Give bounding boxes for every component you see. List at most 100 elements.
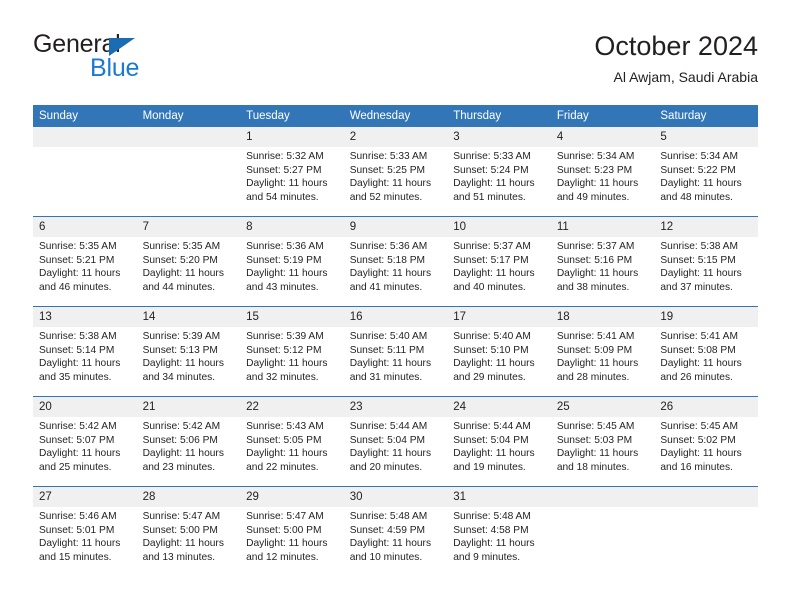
calendar-day-cell[interactable]: 9 Sunrise: 5:36 AM Sunset: 5:18 PM Daylight… (343, 216, 448, 307)
day-number: 5 (654, 127, 758, 147)
calendar-cell-empty (654, 486, 758, 576)
day-cell-inner (654, 487, 758, 576)
daylight-text-line1: Daylight: 11 hours (453, 538, 535, 550)
day-details: Sunrise: 5:41 AM Sunset: 5:09 PM Daylight:… (551, 327, 655, 384)
daylight-text-line2: and 9 minutes. (453, 551, 521, 563)
daylight-text-line1: Daylight: 11 hours (660, 268, 742, 280)
calendar-day-cell[interactable]: 12 Sunrise: 5:38 AM Sunset: 5:15 PM Dayligh… (654, 216, 758, 307)
calendar-day-cell[interactable]: 20 Sunrise: 5:42 AM Sunset: 5:07 PM Dayligh… (33, 396, 137, 487)
calendar-week-row: 13 Sunrise: 5:38 AM Sunset: 5:14 PM Dayligh… (33, 306, 758, 397)
day-number: 21 (136, 397, 241, 417)
calendar-day-cell[interactable]: 11 Sunrise: 5:37 AM Sunset: 5:16 PM Dayligh… (550, 216, 655, 307)
daylight-text-line1: Daylight: 11 hours (556, 358, 639, 370)
day-cell-inner (136, 127, 241, 216)
sunset-text: Sunset: 4:58 PM (453, 524, 529, 536)
sunrise-text: Sunrise: 5:47 AM (142, 511, 221, 522)
calendar-day-cell[interactable]: 16 Sunrise: 5:40 AM Sunset: 5:11 PM Dayligh… (343, 306, 448, 397)
calendar-cell-empty (550, 486, 655, 576)
sunset-text: Sunset: 5:16 PM (556, 254, 633, 266)
calendar-day-cell[interactable]: 28 Sunrise: 5:47 AM Sunset: 5:00 PM Dayligh… (136, 486, 241, 576)
sunset-text: Sunset: 5:08 PM (660, 344, 736, 356)
sunrise-text: Sunrise: 5:42 AM (39, 421, 117, 432)
calendar-day-cell[interactable]: 10 Sunrise: 5:37 AM Sunset: 5:17 PM Dayligh… (447, 216, 551, 307)
calendar-day-cell[interactable]: 3 Sunrise: 5:33 AM Sunset: 5:24 PM Daylight… (447, 127, 551, 217)
calendar-day-cell[interactable]: 19 Sunrise: 5:41 AM Sunset: 5:08 PM Dayligh… (654, 306, 758, 397)
daylight-text-line2: and 46 minutes. (39, 281, 112, 293)
calendar-head: Sunday Monday Tuesday Wednesday Thursday… (33, 105, 758, 127)
daylight-text-line2: and 52 minutes. (349, 191, 423, 203)
calendar-day-cell[interactable]: 24 Sunrise: 5:44 AM Sunset: 5:04 PM Dayligh… (447, 396, 551, 487)
sunset-text: Sunset: 5:01 PM (39, 524, 115, 536)
daylight-text-line2: and 38 minutes. (556, 281, 630, 293)
weekday-header-sunday: Sunday (33, 105, 137, 127)
calendar-day-cell[interactable]: 23 Sunrise: 5:44 AM Sunset: 5:04 PM Dayligh… (343, 396, 448, 487)
day-number: 31 (447, 487, 551, 507)
sunset-text: Sunset: 5:07 PM (39, 434, 115, 446)
weekday-header-tuesday: Tuesday (240, 105, 344, 127)
day-details: Sunrise: 5:38 AM Sunset: 5:15 PM Daylight:… (654, 237, 758, 294)
day-number: 29 (240, 487, 344, 507)
day-details: Sunrise: 5:43 AM Sunset: 5:05 PM Daylight:… (240, 417, 344, 474)
calendar-day-cell[interactable]: 21 Sunrise: 5:42 AM Sunset: 5:06 PM Dayligh… (136, 396, 241, 487)
general-blue-logo[interactable]: General Blue (33, 30, 243, 90)
daylight-text-line1: Daylight: 11 hours (142, 538, 224, 550)
daylight-text-line2: and 23 minutes. (142, 461, 216, 473)
sunset-text: Sunset: 5:05 PM (246, 434, 322, 446)
calendar-day-cell[interactable]: 4 Sunrise: 5:34 AM Sunset: 5:23 PM Daylight… (550, 127, 655, 217)
calendar-day-cell[interactable]: 31 Sunrise: 5:48 AM Sunset: 4:58 PM Dayligh… (447, 486, 551, 576)
calendar-day-cell[interactable]: 7 Sunrise: 5:35 AM Sunset: 5:20 PM Daylight… (136, 216, 241, 307)
calendar-day-cell[interactable]: 18 Sunrise: 5:41 AM Sunset: 5:09 PM Dayligh… (550, 306, 655, 397)
day-number: 12 (654, 217, 758, 237)
calendar-day-cell[interactable]: 14 Sunrise: 5:39 AM Sunset: 5:13 PM Dayligh… (136, 306, 241, 397)
calendar-day-cell[interactable]: 22 Sunrise: 5:43 AM Sunset: 5:05 PM Dayligh… (240, 396, 344, 487)
sunset-text: Sunset: 5:06 PM (142, 434, 218, 446)
calendar-day-cell[interactable]: 29 Sunrise: 5:47 AM Sunset: 5:00 PM Dayligh… (240, 486, 344, 576)
daylight-text-line1: Daylight: 11 hours (142, 268, 224, 280)
calendar-day-cell[interactable]: 27 Sunrise: 5:46 AM Sunset: 5:01 PM Dayligh… (33, 486, 137, 576)
sunset-text: Sunset: 5:04 PM (453, 434, 529, 446)
daylight-text-line2: and 18 minutes. (556, 461, 630, 473)
calendar-day-cell[interactable]: 1 Sunrise: 5:32 AM Sunset: 5:27 PM Daylight… (240, 127, 344, 217)
page-subtitle: Al Awjam, Saudi Arabia (613, 69, 759, 85)
sunset-text: Sunset: 5:02 PM (660, 434, 736, 446)
calendar-day-cell[interactable]: 6 Sunrise: 5:35 AM Sunset: 5:21 PM Daylight… (33, 216, 137, 307)
sunrise-text: Sunrise: 5:45 AM (660, 421, 738, 432)
calendar-day-cell[interactable]: 8 Sunrise: 5:36 AM Sunset: 5:19 PM Daylight… (240, 216, 344, 307)
calendar-day-cell[interactable]: 5 Sunrise: 5:34 AM Sunset: 5:22 PM Daylight… (654, 127, 758, 217)
weekday-header-friday: Friday (550, 105, 655, 127)
calendar-day-cell[interactable]: 15 Sunrise: 5:39 AM Sunset: 5:12 PM Dayligh… (240, 306, 344, 397)
daylight-text-line2: and 13 minutes. (142, 551, 216, 563)
day-cell-inner: 31 Sunrise: 5:48 AM Sunset: 4:58 PM Dayligh… (447, 487, 551, 576)
day-number: 18 (550, 307, 655, 327)
day-cell-inner: 14 Sunrise: 5:39 AM Sunset: 5:13 PM Dayligh… (136, 307, 241, 396)
sunrise-text: Sunrise: 5:44 AM (349, 421, 428, 432)
calendar-day-cell[interactable]: 2 Sunrise: 5:33 AM Sunset: 5:25 PM Daylight… (343, 127, 448, 217)
sunrise-text: Sunrise: 5:38 AM (660, 241, 738, 252)
day-cell-inner: 28 Sunrise: 5:47 AM Sunset: 5:00 PM Dayligh… (136, 487, 241, 576)
sunrise-text: Sunrise: 5:32 AM (246, 151, 324, 162)
day-cell-inner: 7 Sunrise: 5:35 AM Sunset: 5:20 PM Daylight… (136, 217, 241, 306)
logo-text-blue: Blue (90, 54, 140, 82)
daylight-text-line1: Daylight: 11 hours (349, 358, 432, 370)
daylight-text-line2: and 28 minutes. (556, 371, 630, 383)
day-cell-inner: 10 Sunrise: 5:37 AM Sunset: 5:17 PM Dayligh… (447, 217, 551, 306)
calendar-cell-empty (33, 127, 137, 217)
day-cell-inner: 27 Sunrise: 5:46 AM Sunset: 5:01 PM Dayligh… (33, 487, 137, 576)
calendar-week-row: 20 Sunrise: 5:42 AM Sunset: 5:07 PM Dayligh… (33, 396, 758, 487)
sunset-text: Sunset: 5:00 PM (142, 524, 218, 536)
calendar-day-cell[interactable]: 26 Sunrise: 5:45 AM Sunset: 5:02 PM Dayligh… (654, 396, 758, 487)
day-details: Sunrise: 5:48 AM Sunset: 4:59 PM Daylight:… (344, 507, 448, 564)
calendar-day-cell[interactable]: 25 Sunrise: 5:45 AM Sunset: 5:03 PM Dayligh… (550, 396, 655, 487)
sunrise-text: Sunrise: 5:42 AM (142, 421, 221, 432)
day-number: 17 (447, 307, 551, 327)
day-cell-inner: 22 Sunrise: 5:43 AM Sunset: 5:05 PM Dayligh… (240, 397, 344, 486)
day-details: Sunrise: 5:39 AM Sunset: 5:12 PM Daylight:… (240, 327, 344, 384)
sunrise-text: Sunrise: 5:34 AM (556, 151, 635, 162)
day-number: 28 (136, 487, 241, 507)
calendar-day-cell[interactable]: 17 Sunrise: 5:40 AM Sunset: 5:10 PM Dayligh… (447, 306, 551, 397)
calendar-day-cell[interactable]: 30 Sunrise: 5:48 AM Sunset: 4:59 PM Dayligh… (343, 486, 448, 576)
calendar-day-cell[interactable]: 13 Sunrise: 5:38 AM Sunset: 5:14 PM Dayligh… (33, 306, 137, 397)
daylight-text-line2: and 25 minutes. (39, 461, 112, 473)
daylight-text-line1: Daylight: 11 hours (142, 358, 224, 370)
daylight-text-line2: and 35 minutes. (39, 371, 112, 383)
